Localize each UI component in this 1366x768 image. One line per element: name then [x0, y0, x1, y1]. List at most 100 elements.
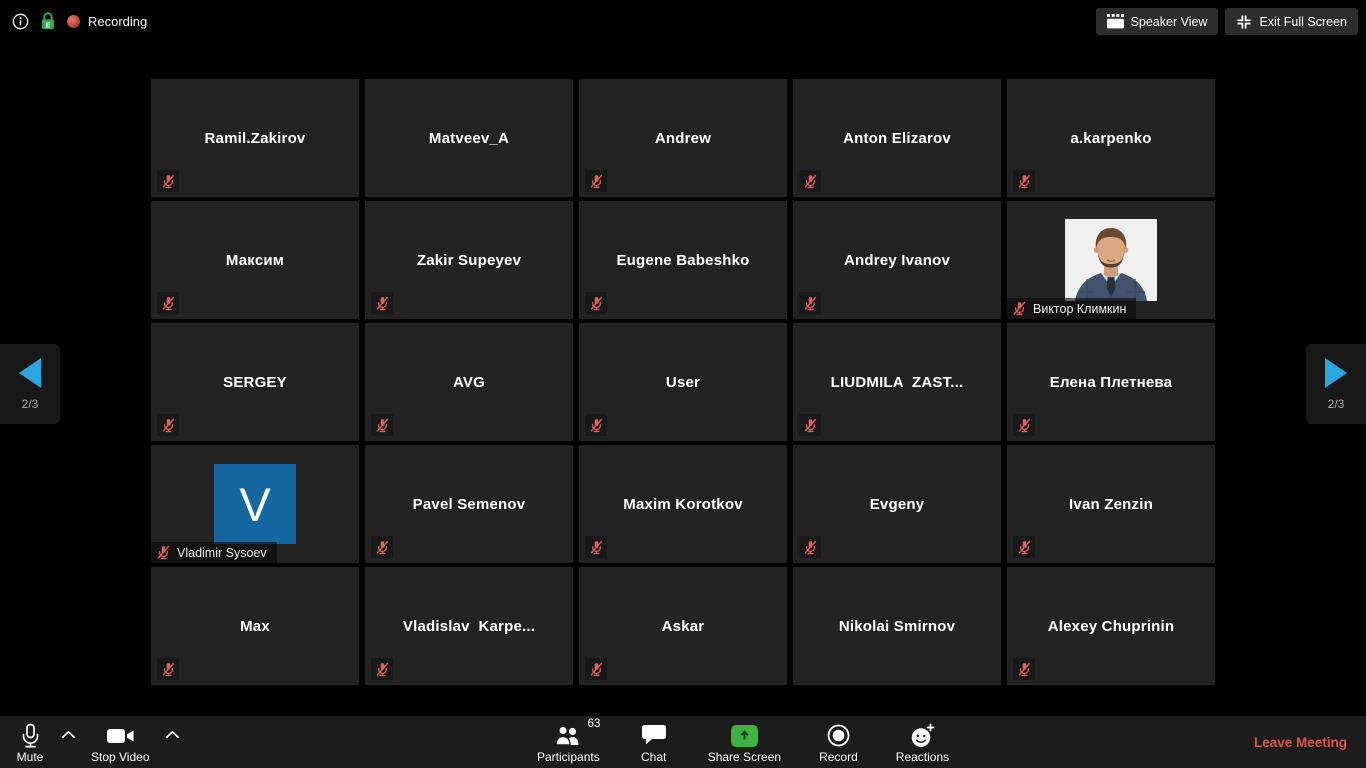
- participant-name: Zakir Supeyev: [416, 251, 522, 269]
- record-button[interactable]: Record: [813, 716, 864, 768]
- muted-mic-icon: [156, 545, 171, 560]
- svg-text:E: E: [45, 20, 50, 29]
- next-page-button[interactable]: 2/3: [1306, 344, 1366, 424]
- participant-tile[interactable]: Andrey Ivanov: [793, 201, 1001, 319]
- muted-mic-icon: [1012, 301, 1027, 316]
- record-label: Record: [819, 750, 858, 764]
- stop-video-button[interactable]: Stop Video: [85, 716, 156, 768]
- chevron-up-icon: [61, 730, 76, 739]
- participants-icon: 63: [553, 718, 600, 749]
- participant-tile[interactable]: Anton Elizarov: [793, 79, 1001, 197]
- participant-tile[interactable]: Askar: [579, 567, 787, 685]
- muted-mic-icon: [1013, 536, 1035, 558]
- participant-name: Елена Плетнева: [1049, 373, 1173, 391]
- left-triangle-arrow-icon: [19, 357, 41, 388]
- muted-mic-icon: [157, 170, 179, 192]
- participants-label: Participants: [537, 750, 600, 764]
- avatar: V: [214, 464, 296, 544]
- participant-tile[interactable]: Ivan Zenzin: [1007, 445, 1215, 563]
- mute-label: Mute: [16, 750, 44, 764]
- muted-mic-icon: [157, 292, 179, 314]
- muted-mic-icon: [799, 414, 821, 436]
- participant-photo: [1065, 219, 1157, 301]
- muted-mic-icon: [1013, 658, 1035, 680]
- participant-tile[interactable]: AVG: [365, 323, 573, 441]
- participant-tile[interactable]: Pavel Semenov: [365, 445, 573, 563]
- participant-name: Anton Elizarov: [843, 129, 951, 147]
- participant-tile[interactable]: Eugene Babeshko: [579, 201, 787, 319]
- video-options-chevron[interactable]: [156, 716, 189, 753]
- participant-tile[interactable]: Ramil.Zakirov: [151, 79, 359, 197]
- participant-name: User: [665, 373, 701, 391]
- participant-name: Nikolai Smirnov: [838, 617, 956, 635]
- participant-tile[interactable]: User: [579, 323, 787, 441]
- recording-indicator: Recording: [67, 14, 147, 29]
- participant-name-label: Vladimir Sysoev: [151, 542, 277, 563]
- reactions-smiley-icon: [909, 722, 936, 749]
- speaker-view-button[interactable]: Speaker View: [1095, 8, 1219, 35]
- avatar-letter: V: [239, 477, 271, 531]
- video-camera-icon: [106, 722, 135, 749]
- participant-tile[interactable]: Nikolai Smirnov: [793, 567, 1001, 685]
- participant-name: Pavel Semenov: [412, 495, 526, 513]
- participant-name: Ivan Zenzin: [1069, 495, 1153, 513]
- muted-mic-icon: [585, 658, 607, 680]
- page-indicator: 2/3: [21, 396, 39, 411]
- previous-page-button[interactable]: 2/3: [0, 344, 60, 424]
- muted-mic-icon: [371, 658, 393, 680]
- muted-mic-icon: [157, 658, 179, 680]
- collapse-arrows-icon: [1236, 14, 1252, 30]
- encryption-lock-icon[interactable]: E: [40, 11, 56, 31]
- participant-name: Andrew: [654, 129, 712, 147]
- participant-tile[interactable]: Vladislav Karpe...: [365, 567, 573, 685]
- participant-tile[interactable]: Zakir Supeyev: [365, 201, 573, 319]
- leave-meeting-button[interactable]: Leave Meeting: [1248, 716, 1353, 768]
- participant-tile[interactable]: Alexey Chuprinin: [1007, 567, 1215, 685]
- participant-name: Максим: [225, 251, 285, 269]
- share-screen-icon: [730, 724, 758, 747]
- page-indicator: 2/3: [1327, 396, 1345, 411]
- info-icon[interactable]: [12, 13, 29, 30]
- reactions-label: Reactions: [895, 750, 950, 764]
- participant-name: Eugene Babeshko: [616, 251, 750, 269]
- audio-options-chevron[interactable]: [52, 716, 85, 753]
- muted-mic-icon: [585, 292, 607, 314]
- muted-mic-icon: [157, 414, 179, 436]
- stop-video-label: Stop Video: [91, 750, 150, 764]
- participant-tile[interactable]: Andrew: [579, 79, 787, 197]
- muted-mic-icon: [1013, 414, 1035, 436]
- participant-tile[interactable]: V Vladimir Sysoev: [151, 445, 359, 563]
- participant-tile[interactable]: a.karpenko: [1007, 79, 1215, 197]
- participants-button[interactable]: 63 Participants: [531, 716, 606, 768]
- muted-mic-icon: [799, 536, 821, 558]
- share-screen-button[interactable]: Share Screen: [702, 716, 787, 768]
- participants-count-badge: 63: [587, 718, 601, 730]
- participant-name: AVG: [453, 373, 485, 391]
- participant-tile[interactable]: Max: [151, 567, 359, 685]
- participant-tile[interactable]: Maxim Korotkov: [579, 445, 787, 563]
- chevron-up-icon: [165, 730, 180, 739]
- participant-name: Vladimir Sysoev: [177, 545, 267, 560]
- recording-dot-icon: [67, 14, 80, 28]
- muted-mic-icon: [371, 536, 393, 558]
- meeting-status-cluster: E Recording: [12, 9, 147, 33]
- speaker-view-label: Speaker View: [1130, 14, 1208, 29]
- recording-label: Recording: [88, 13, 148, 29]
- muted-mic-icon: [371, 414, 393, 436]
- participant-tile[interactable]: Matveev_A: [365, 79, 573, 197]
- chat-button[interactable]: Chat: [632, 716, 676, 768]
- participant-name: Виктор Климкин: [1033, 301, 1127, 316]
- right-triangle-arrow-icon: [1325, 357, 1347, 388]
- exit-full-screen-button[interactable]: Exit Full Screen: [1225, 8, 1358, 35]
- participant-tile[interactable]: Evgeny: [793, 445, 1001, 563]
- chat-label: Chat: [641, 750, 667, 764]
- participant-name: Andrey Ivanov: [844, 251, 950, 269]
- participant-tile[interactable]: SERGEY: [151, 323, 359, 441]
- reactions-button[interactable]: Reactions: [890, 716, 955, 768]
- participant-name: Ramil.Zakirov: [204, 129, 306, 147]
- participant-tile[interactable]: Виктор Климкин: [1007, 201, 1215, 319]
- participant-tile[interactable]: LIUDMILA ZAST...: [793, 323, 1001, 441]
- mute-button[interactable]: Mute: [8, 716, 52, 768]
- participant-tile[interactable]: Максим: [151, 201, 359, 319]
- participant-tile[interactable]: Елена Плетнева: [1007, 323, 1215, 441]
